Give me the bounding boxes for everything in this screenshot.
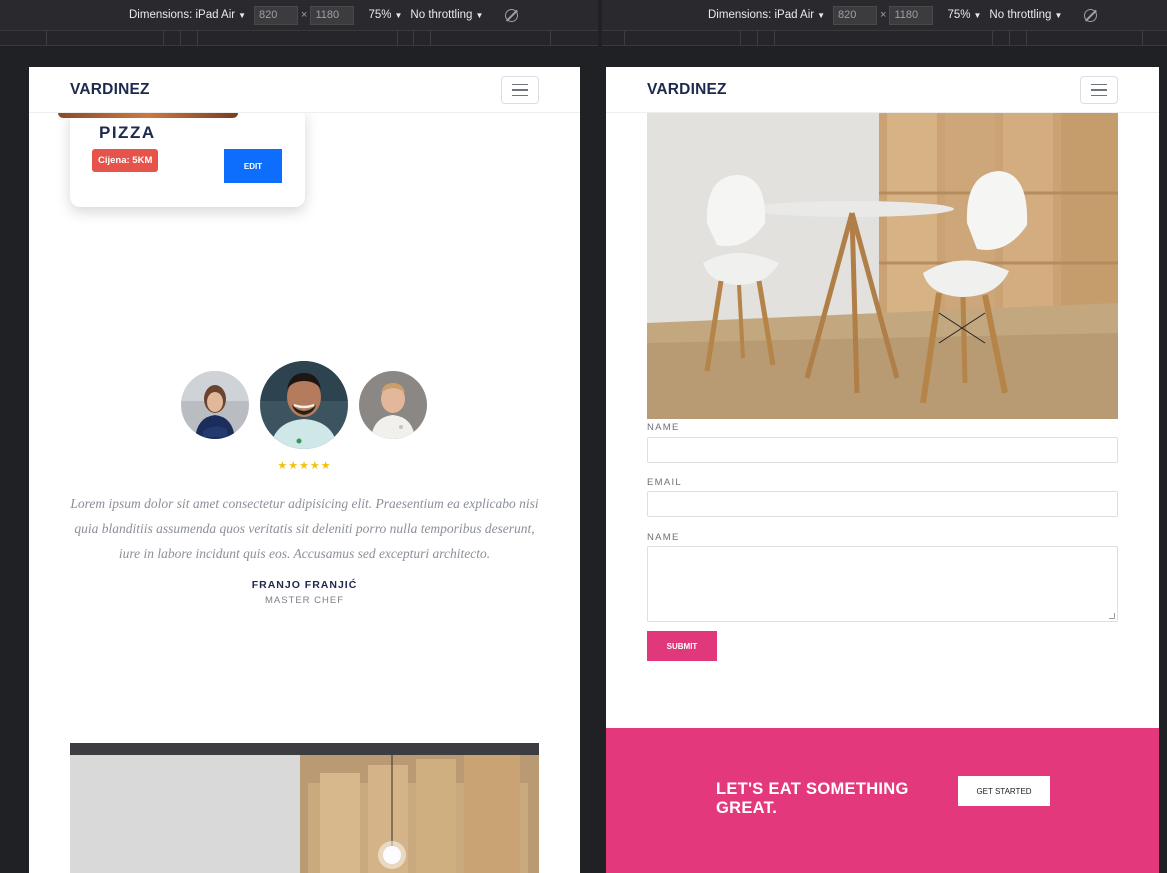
device-viewport-left: VARDINEZ PIZZA Cijena: 5KM EDIT ★★★★★ Lo… xyxy=(29,67,580,873)
dining-chairs-image xyxy=(647,113,1118,419)
resize-grip-icon[interactable] xyxy=(1109,613,1115,619)
media-query-ruler-right[interactable] xyxy=(602,30,1167,46)
media-query-ruler-left[interactable] xyxy=(0,30,598,46)
avatar-chef-main[interactable] xyxy=(260,361,348,449)
email-input[interactable] xyxy=(647,491,1118,517)
product-title: PIZZA xyxy=(99,123,156,142)
devtools-toolbar-left: Dimensions: iPad Air ▼ 820 × 1180 75% ▼ No… xyxy=(0,0,598,30)
height-input[interactable]: 1180 xyxy=(310,5,355,25)
submit-button[interactable]: SUBMIT xyxy=(647,631,717,661)
times-sign: × xyxy=(301,9,308,21)
avatar-woman-image xyxy=(181,371,249,439)
avatar-chef-right[interactable] xyxy=(359,371,427,439)
devtools-toolbar-right: Dimensions: iPad Air ▼ 820 × 1180 75% ▼ No… xyxy=(602,0,1167,30)
dimensions-dropdown[interactable]: Dimensions: iPad Air ▼ xyxy=(129,9,246,21)
dimensions-dropdown[interactable]: Dimensions: iPad Air ▼ xyxy=(708,9,825,21)
hamburger-menu-icon[interactable] xyxy=(501,76,539,104)
cta-banner: LET'S EAT SOMETHING GREAT. GET STARTED xyxy=(606,728,1159,873)
rotate-icon[interactable] xyxy=(505,8,519,22)
product-card: PIZZA Cijena: 5KM EDIT xyxy=(70,107,305,207)
height-input[interactable]: 1180 xyxy=(889,5,934,25)
name-label: NAME xyxy=(647,422,680,433)
email-label: EMAIL xyxy=(647,477,683,488)
price-badge: Cijena: 5KM xyxy=(92,149,159,172)
message-textarea[interactable] xyxy=(647,546,1118,622)
throttling-dropdown[interactable]: No throttling ▼ xyxy=(410,9,483,21)
zoom-dropdown[interactable]: 75% ▼ xyxy=(947,9,981,21)
rotate-icon[interactable] xyxy=(1084,8,1098,22)
device-viewport-right: VARDINEZ NAME EMAIL NAME SUBMIT LET'S EA… xyxy=(606,67,1159,873)
testimonial-role: MASTER CHEF xyxy=(264,595,345,606)
get-started-button[interactable]: GET STARTED xyxy=(958,776,1050,806)
navbar: VARDINEZ xyxy=(29,67,580,113)
times-sign: × xyxy=(880,9,887,21)
dining-chairs-photo xyxy=(647,113,1118,419)
message-label: NAME xyxy=(647,532,680,543)
brand-logo[interactable]: VARDINEZ xyxy=(70,81,150,99)
pizza-image xyxy=(58,113,238,118)
rating-stars: ★★★★★ xyxy=(277,460,332,472)
zoom-dropdown[interactable]: 75% ▼ xyxy=(368,9,402,21)
name-input[interactable] xyxy=(647,437,1118,463)
hamburger-menu-icon[interactable] xyxy=(1080,76,1118,104)
avatar-chef-main-image xyxy=(260,361,348,449)
cta-heading: LET'S EAT SOMETHING GREAT. xyxy=(716,780,909,817)
width-input[interactable]: 820 xyxy=(254,5,299,25)
interior-photo-image xyxy=(70,743,539,873)
edit-button[interactable]: EDIT xyxy=(224,149,282,183)
width-input[interactable]: 820 xyxy=(833,5,878,25)
navbar: VARDINEZ xyxy=(606,67,1159,113)
throttling-dropdown[interactable]: No throttling ▼ xyxy=(989,9,1062,21)
avatar-chef-right-image xyxy=(359,371,427,439)
testimonial-quote: Lorem ipsum dolor sit amet consectetur a… xyxy=(70,496,539,561)
avatar-woman[interactable] xyxy=(181,371,249,439)
testimonial-author: FRANJO FRANJIĆ xyxy=(251,579,358,591)
interior-photo xyxy=(70,743,539,873)
brand-logo[interactable]: VARDINEZ xyxy=(647,81,727,99)
